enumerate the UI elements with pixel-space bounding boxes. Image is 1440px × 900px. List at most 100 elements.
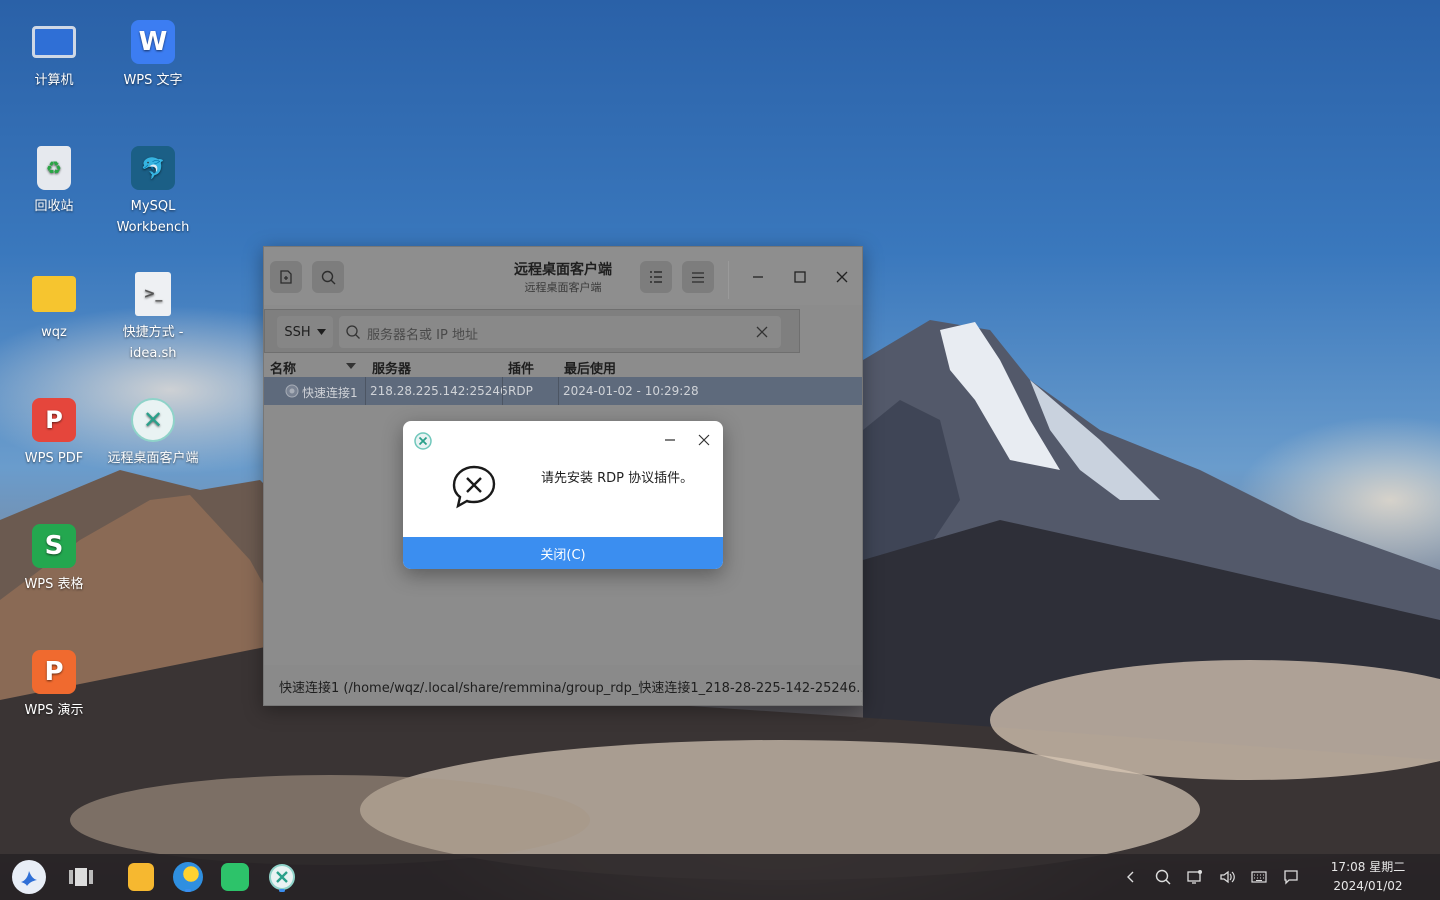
desktop-icon-label: MySQL Workbench xyxy=(116,199,190,235)
hamburger-menu-icon xyxy=(692,271,704,283)
desktop-icon-mysql-workbench[interactable]: 🐬 MySQL Workbench xyxy=(105,146,201,238)
app-store-icon xyxy=(221,863,249,891)
maximize-button[interactable] xyxy=(784,261,816,293)
folder-icon xyxy=(32,276,76,312)
connection-table-header: 名称 服务器 插件 最后使用 xyxy=(264,355,862,377)
connection-status-icon xyxy=(285,384,299,398)
minimize-icon xyxy=(753,276,763,278)
remote-desktop-icon: ✕ xyxy=(131,398,175,442)
minimize-icon[interactable] xyxy=(664,434,676,446)
trash-icon: ♻ xyxy=(37,146,71,190)
desktop-icon-label: 远程桌面客户端 xyxy=(107,451,199,466)
computer-icon xyxy=(32,26,76,58)
window-titlebar: 远程桌面客户端 远程桌面客户端 xyxy=(264,247,862,305)
titlebar-divider xyxy=(728,261,729,299)
table-row[interactable]: 快速连接1 218.28.225.142:25246 RDP 2024-01-0… xyxy=(264,377,862,405)
column-separator xyxy=(502,377,503,405)
taskbar-app-remote-desktop[interactable] xyxy=(265,860,299,894)
script-file-icon: >_ xyxy=(135,272,171,316)
desktop-icon-wps-presentation[interactable]: P WPS 演示 xyxy=(6,650,102,721)
taskbar: 17:08 星期二 2024/01/02 xyxy=(0,854,1440,900)
chevron-left-icon xyxy=(1127,871,1134,883)
column-header-server[interactable]: 服务器 xyxy=(372,358,411,377)
start-menu-icon xyxy=(21,871,37,886)
dialog-close-button[interactable]: 关闭(C) xyxy=(403,537,723,569)
desktop-icon-label: WPS 表格 xyxy=(24,577,84,592)
taskbar-app-browser[interactable] xyxy=(171,860,205,894)
close-window-button[interactable] xyxy=(826,261,858,293)
taskbar-app-store[interactable] xyxy=(218,860,252,894)
quick-connect-bar: SSH 服务器名或 IP 地址 xyxy=(264,309,800,353)
desktop-icon-label: 计算机 xyxy=(34,73,74,88)
column-header-plugin[interactable]: 插件 xyxy=(508,358,534,377)
column-separator xyxy=(558,377,559,405)
maximize-icon xyxy=(794,271,806,283)
desktop-icon-wps-pdf[interactable]: P WPS PDF xyxy=(6,398,102,469)
wps-presentation-icon: P xyxy=(32,650,76,694)
minimize-button[interactable] xyxy=(742,261,774,293)
error-icon xyxy=(452,465,496,509)
chevron-down-icon xyxy=(316,329,326,335)
desktop-icon-wps-writer[interactable]: W WPS 文字 xyxy=(105,20,201,91)
search-placeholder: 服务器名或 IP 地址 xyxy=(367,328,478,343)
tray-search-button[interactable] xyxy=(1154,868,1172,886)
file-manager-icon xyxy=(128,863,154,891)
dialog-message: 请先安装 RDP 协议插件。 xyxy=(541,471,694,486)
wps-pdf-icon: P xyxy=(32,398,76,442)
desktop-icon-trash[interactable]: ♻ 回收站 xyxy=(6,146,102,217)
search-icon xyxy=(346,325,360,339)
tray-network-button[interactable] xyxy=(1186,868,1204,886)
taskbar-app-file-manager[interactable] xyxy=(124,860,158,894)
server-search-input[interactable]: 服务器名或 IP 地址 xyxy=(339,316,781,348)
notification-icon xyxy=(1284,870,1298,885)
tray-volume-button[interactable] xyxy=(1218,868,1236,886)
desktop-icon-label: 快捷方式 - idea.sh xyxy=(122,325,184,361)
tray-notification-button[interactable] xyxy=(1282,868,1300,886)
column-header-name[interactable]: 名称 xyxy=(270,358,296,377)
running-indicator xyxy=(279,889,285,892)
multitask-view-button[interactable] xyxy=(64,860,98,894)
desktop-icon-folder-wqz[interactable]: wqz xyxy=(6,272,102,343)
clear-icon[interactable] xyxy=(755,325,769,339)
tray-keyboard-button[interactable] xyxy=(1250,868,1268,886)
sort-descending-icon[interactable] xyxy=(346,363,356,369)
desktop-icon-label: 回收站 xyxy=(34,199,74,214)
multitask-view-icon xyxy=(69,868,93,886)
close-icon xyxy=(836,271,848,283)
protocol-value: SSH xyxy=(284,324,311,340)
protocol-dropdown[interactable]: SSH xyxy=(277,316,333,348)
plugin-error-dialog: 请先安装 RDP 协议插件。 关闭(C) xyxy=(403,421,723,569)
column-header-last-used[interactable]: 最后使用 xyxy=(564,358,616,377)
desktop-icon-label: wqz xyxy=(41,325,67,340)
list-view-icon xyxy=(650,271,662,283)
clock-date[interactable]: 2024/01/02 xyxy=(1326,879,1410,893)
mysql-workbench-icon: 🐬 xyxy=(131,146,175,190)
clock-time[interactable]: 17:08 星期二 xyxy=(1326,858,1410,875)
wps-writer-icon: W xyxy=(131,20,175,64)
status-bar: 快速连接1 (/home/wqz/.local/share/remmina/gr… xyxy=(264,665,862,705)
app-logo-icon xyxy=(414,432,432,450)
close-icon[interactable] xyxy=(698,434,710,446)
row-server: 218.28.225.142:25246 xyxy=(370,384,508,398)
wps-sheets-icon: S xyxy=(32,524,76,568)
desktop-icon-label: WPS PDF xyxy=(24,451,84,466)
browser-icon xyxy=(173,862,203,892)
row-plugin: RDP xyxy=(508,384,533,398)
desktop-icon-label: WPS 文字 xyxy=(123,73,183,88)
network-icon xyxy=(1187,870,1202,884)
desktop-icon-idea-shortcut[interactable]: >_ 快捷方式 - idea.sh xyxy=(105,272,201,364)
keyboard-icon xyxy=(1251,871,1267,883)
start-menu-button[interactable] xyxy=(12,860,46,894)
volume-icon xyxy=(1220,870,1235,884)
desktop-icon-computer[interactable]: 计算机 xyxy=(6,20,102,91)
column-separator xyxy=(365,377,366,405)
row-name: 快速连接1 xyxy=(302,386,358,400)
desktop-icon-remote-desktop[interactable]: ✕ 远程桌面客户端 xyxy=(105,398,201,469)
running-indicator xyxy=(185,889,191,892)
search-icon xyxy=(1155,869,1171,885)
remote-desktop-icon xyxy=(269,864,295,890)
desktop-icon-wps-sheets[interactable]: S WPS 表格 xyxy=(6,524,102,595)
tray-expand-button[interactable] xyxy=(1122,868,1140,886)
menu-button[interactable] xyxy=(682,261,714,293)
list-view-button[interactable] xyxy=(640,261,672,293)
